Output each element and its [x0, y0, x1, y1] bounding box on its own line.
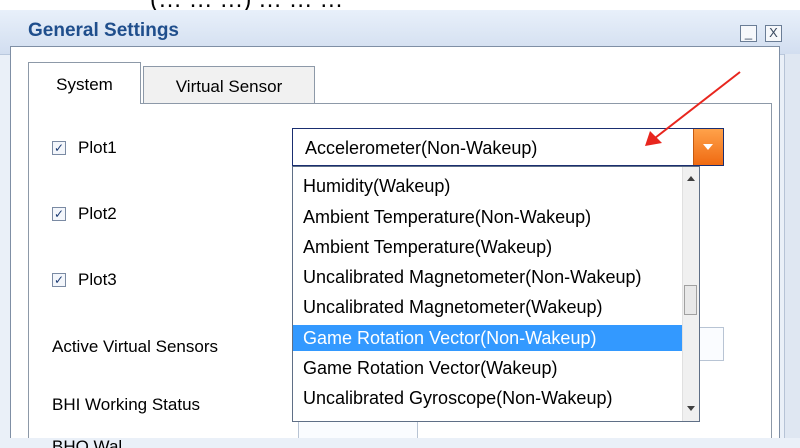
dropdown-scrollbar[interactable] — [682, 167, 699, 421]
minimize-icon: _ — [744, 25, 753, 40]
minimize-button[interactable]: _ — [740, 25, 757, 42]
plot2-label: Plot2 — [78, 204, 117, 223]
window-title: General Settings — [28, 20, 179, 41]
plot1-checkbox[interactable]: ✓ — [52, 141, 66, 155]
dropdown-item-selected[interactable]: Game Rotation Vector(Non-Wakeup) — [293, 325, 685, 351]
scrollbar-thumb[interactable] — [684, 285, 697, 315]
bhi-working-status-label: BHI Working Status — [52, 395, 201, 414]
dropdown-item[interactable]: Uncalibrated Magnetometer(Wakeup) — [293, 294, 685, 320]
plot2-checkbox[interactable]: ✓ — [52, 207, 66, 221]
scroll-up-icon[interactable] — [687, 176, 695, 181]
combobox-dropdown-button[interactable] — [693, 129, 723, 165]
sensor-dropdown-list[interactable]: Humidity(Wakeup) Ambient Temperature(Non… — [292, 166, 700, 422]
dropdown-item[interactable]: Ambient Temperature(Wakeup) — [293, 234, 685, 260]
dropdown-item[interactable]: Humidity(Wakeup) — [293, 173, 685, 199]
active-virtual-sensors-field[interactable] — [700, 327, 724, 361]
close-icon: X — [769, 25, 778, 40]
dropdown-item[interactable]: Uncalibrated Magnetometer(Non-Wakeup) — [293, 264, 685, 290]
right-frame-edge — [784, 54, 800, 438]
tab-virtual-sensor[interactable]: Virtual Sensor — [143, 66, 315, 104]
active-virtual-sensors-label: Active Virtual Sensors — [52, 337, 218, 356]
checkmark-icon: ✓ — [53, 273, 65, 287]
close-button[interactable]: X — [765, 25, 782, 42]
combobox-value: Accelerometer(Non-Wakeup) — [305, 138, 538, 158]
plot1-sensor-combobox[interactable]: Accelerometer(Non-Wakeup) — [292, 128, 724, 166]
partial-bottom-label: BHO Wal… — [52, 437, 140, 448]
dropdown-item[interactable]: Game Rotation Vector(Wakeup) — [293, 355, 685, 381]
chevron-down-icon — [703, 144, 713, 150]
checkmark-icon: ✓ — [53, 207, 65, 221]
scroll-down-icon[interactable] — [687, 406, 695, 411]
plot3-label: Plot3 — [78, 270, 117, 289]
tab-system[interactable]: System — [28, 62, 141, 104]
plot1-label: Plot1 — [78, 138, 117, 157]
plot3-checkbox[interactable]: ✓ — [52, 273, 66, 287]
checkmark-icon: ✓ — [53, 141, 65, 155]
dropdown-item[interactable]: Uncalibrated Gyroscope(Non-Wakeup) — [293, 385, 685, 411]
dropdown-item[interactable]: Ambient Temperature(Non-Wakeup) — [293, 204, 685, 230]
bhi-working-status-field — [298, 420, 418, 438]
